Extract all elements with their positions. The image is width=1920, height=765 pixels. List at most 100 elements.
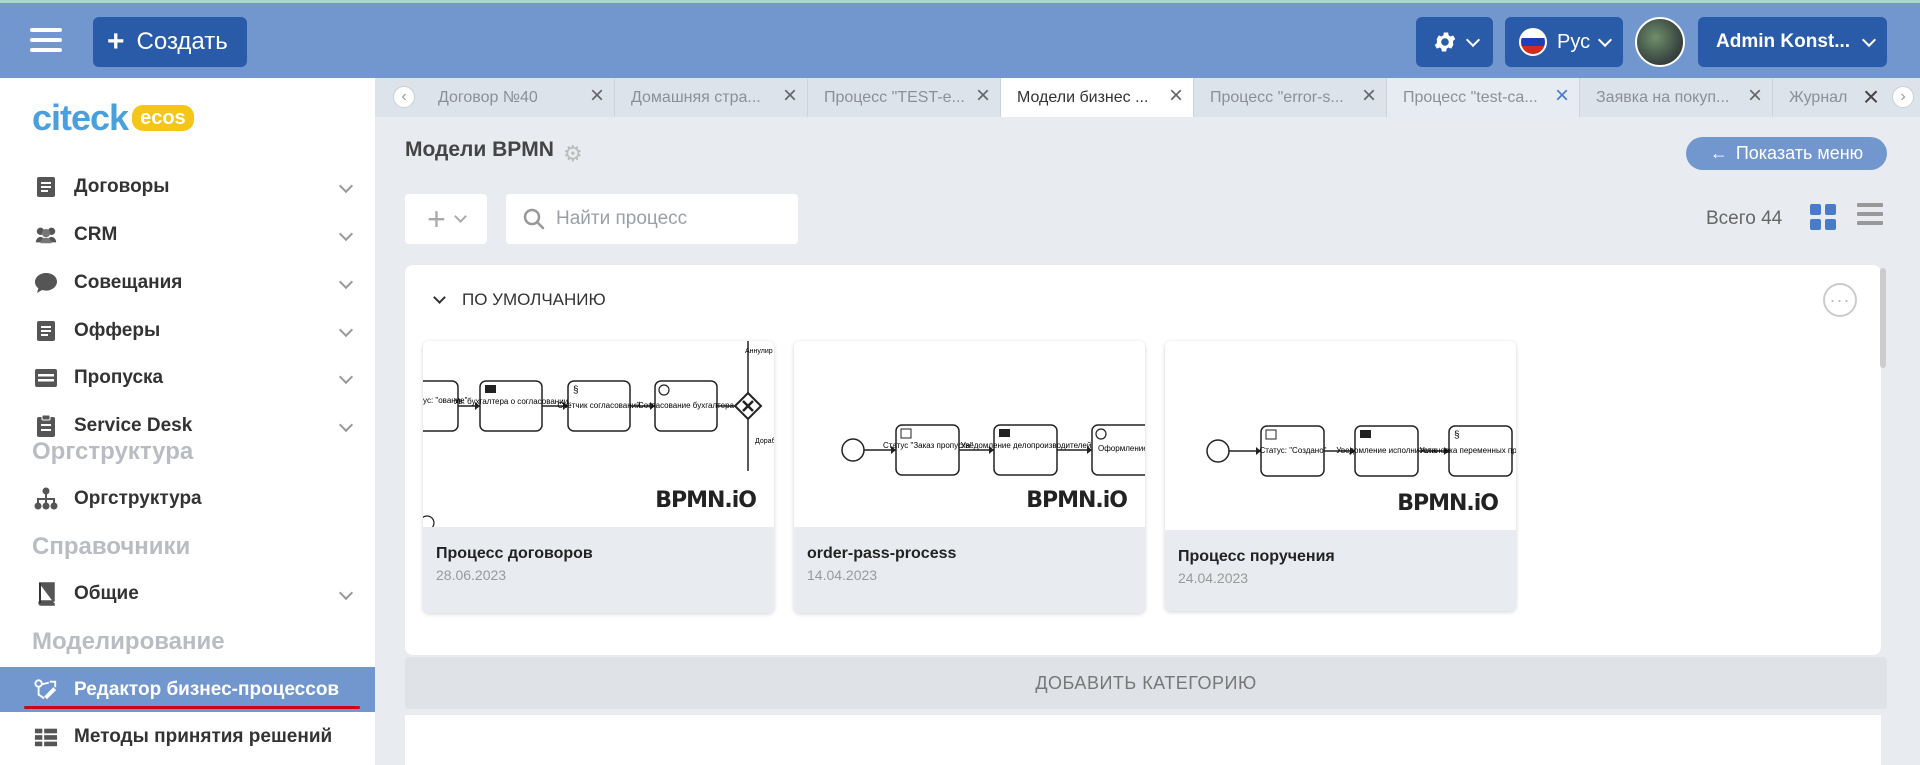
bpmn-preview: атус: "ование" Ув. бухгалтера о согласов… [423, 341, 774, 527]
bpmn-preview: Статус "Заказ пропуска" Уведомление дело… [794, 341, 1145, 527]
svg-text:§: § [573, 385, 579, 396]
bpmn-io-watermark: BPMN.iO [1397, 491, 1499, 516]
node-label: Оформление пропуска [1098, 444, 1145, 453]
sidebar-item-crm[interactable]: CRM [0, 213, 375, 257]
search-input[interactable] [556, 208, 776, 230]
language-button[interactable]: Рус [1505, 17, 1623, 67]
list-view-icon[interactable] [1857, 203, 1883, 231]
card-icon [34, 366, 58, 390]
bpmn-preview: Статус: "Создано" Уведомление исполнител… [1165, 341, 1516, 530]
card-date: 28.06.2023 [436, 567, 507, 583]
sidebar-item-label: CRM [74, 224, 118, 245]
show-menu-label: Показать меню [1735, 143, 1864, 163]
sidebar-item-label: Совещания [74, 272, 183, 293]
bpmn-io-watermark: BPMN.iO [1026, 488, 1128, 513]
process-card[interactable]: Статус "Заказ пропуска" Уведомление дело… [794, 341, 1145, 613]
chevron-down-icon [1465, 32, 1480, 47]
sidebar-item-contracts[interactable]: Договоры [0, 165, 375, 209]
tab-purchase-request[interactable]: Заявка на покуп... × [1580, 78, 1773, 117]
tab-process-test-e[interactable]: Процесс "TEST-e... × [808, 78, 1001, 117]
document-icon [34, 319, 58, 343]
more-options-icon[interactable]: ··· [1823, 283, 1857, 317]
arrow-left-icon: ← [1709, 143, 1728, 163]
sidebar-item-label: Офферы [74, 320, 161, 341]
close-icon[interactable]: × [976, 84, 990, 108]
sidebar-item-decision-methods[interactable]: Методы принятия решений [0, 715, 375, 759]
card-title: Процесс поручения [1178, 548, 1335, 565]
sidebar-item-passes[interactable]: Пропуска [0, 356, 375, 400]
tab-home[interactable]: Домашняя стра... × [615, 78, 808, 117]
process-editor-icon [34, 678, 58, 702]
sidebar-item-label: Пропуска [74, 367, 164, 388]
chevron-down-icon [433, 290, 446, 304]
show-menu-button[interactable]: ← Показать меню [1686, 137, 1887, 170]
card-title: order-pass-process [807, 545, 957, 562]
close-icon[interactable]: × [1555, 84, 1569, 108]
edge-label: Аннулир [745, 348, 773, 355]
document-icon [34, 175, 58, 199]
tab-label: Процесс "test-ca... [1403, 88, 1538, 106]
tab-label: Заявка на покуп... [1596, 88, 1730, 106]
sidebar-item-label: Договоры [74, 176, 170, 197]
tab-label: Договор №40 [438, 88, 538, 106]
sidebar-item-label: Редактор бизнес-процессов [74, 678, 340, 700]
chevron-down-icon [338, 585, 354, 601]
chevron-down-icon [1598, 32, 1613, 47]
sidebar-item-label: Методы принятия решений [74, 726, 333, 747]
search-field[interactable] [506, 194, 798, 244]
process-card[interactable]: Статус: "Создано" Уведомление исполнител… [1165, 341, 1516, 611]
chevron-down-icon [338, 178, 354, 194]
sidebar-item-label: Service Desk [74, 415, 193, 436]
scrollbar[interactable] [1880, 268, 1886, 368]
tab-label: Процесс "TEST-e... [824, 88, 965, 106]
sidebar-item-offers[interactable]: Офферы [0, 309, 375, 353]
org-chart-icon [34, 487, 58, 511]
tab-label: Домашняя стра... [631, 88, 761, 106]
grid-view-icon[interactable] [1810, 204, 1836, 230]
close-icon[interactable]: × [1362, 84, 1376, 108]
node-label: Уведомление делопроизводителей [961, 441, 1092, 450]
category-header[interactable]: ПО УМОЛЧАНИЮ [433, 290, 606, 310]
sidebar-item-meetings[interactable]: Совещания [0, 261, 375, 305]
close-icon[interactable]: × [1169, 84, 1183, 108]
close-icon[interactable]: × [590, 84, 604, 108]
card-date: 14.04.2023 [807, 567, 878, 583]
plus-icon: + [107, 25, 125, 58]
tab-scroll-right-icon[interactable]: › [1892, 86, 1914, 108]
russia-flag-icon [1519, 28, 1547, 56]
logo-text: citeck [32, 97, 129, 138]
category-title: ПО УМОЛЧАНИЮ [462, 290, 606, 309]
search-icon [523, 208, 545, 230]
tab-process-test-ca[interactable]: Процесс "test-ca... × [1387, 78, 1580, 117]
gear-icon[interactable]: ⚙ [563, 141, 583, 167]
tab-process-error-s[interactable]: Процесс "error-s... × [1194, 78, 1387, 117]
chevron-down-icon [338, 226, 354, 242]
citeck-logo[interactable]: citeck ecos [32, 97, 194, 138]
tab-bpmn-models[interactable]: Модели бизнес ... × [1001, 78, 1194, 117]
tab-scroll-left-icon[interactable]: ‹ [393, 86, 415, 108]
avatar[interactable] [1635, 17, 1685, 67]
add-dropdown-button[interactable]: + [405, 194, 487, 244]
add-category-button[interactable]: ДОБАВИТЬ КАТЕГОРИЮ [405, 657, 1887, 709]
section-directories: Справочники [32, 533, 191, 560]
edge-label: Дораб [755, 437, 774, 445]
tab-contract-40[interactable]: Договор №40 × [422, 78, 615, 117]
close-icon[interactable]: × [783, 84, 797, 108]
close-icon[interactable]: × [1748, 84, 1762, 108]
card-title: Процесс договоров [436, 545, 593, 562]
app-header: + Создать Рус Admin Konst... [0, 3, 1920, 78]
tab-bar: ‹ Договор №40 × Домашняя стра... × Проце… [375, 78, 1920, 117]
sidebar-item-orgstructure[interactable]: Оргструктура [0, 477, 375, 521]
hamburger-menu-icon[interactable] [30, 28, 62, 54]
process-card[interactable]: атус: "ование" Ув. бухгалтера о согласов… [423, 341, 774, 613]
chevron-down-icon [338, 274, 354, 290]
close-all-tabs-icon[interactable]: × [1860, 81, 1882, 112]
add-category-label: ДОБАВИТЬ КАТЕГОРИЮ [1035, 672, 1257, 693]
book-icon [34, 582, 58, 606]
user-menu-button[interactable]: Admin Konst... [1698, 17, 1887, 67]
chevron-down-icon [453, 209, 467, 223]
sidebar-item-general[interactable]: Общие [0, 572, 375, 616]
settings-button[interactable] [1416, 17, 1493, 67]
create-button-label: Создать [136, 28, 228, 55]
create-button[interactable]: + Создать [93, 17, 247, 67]
